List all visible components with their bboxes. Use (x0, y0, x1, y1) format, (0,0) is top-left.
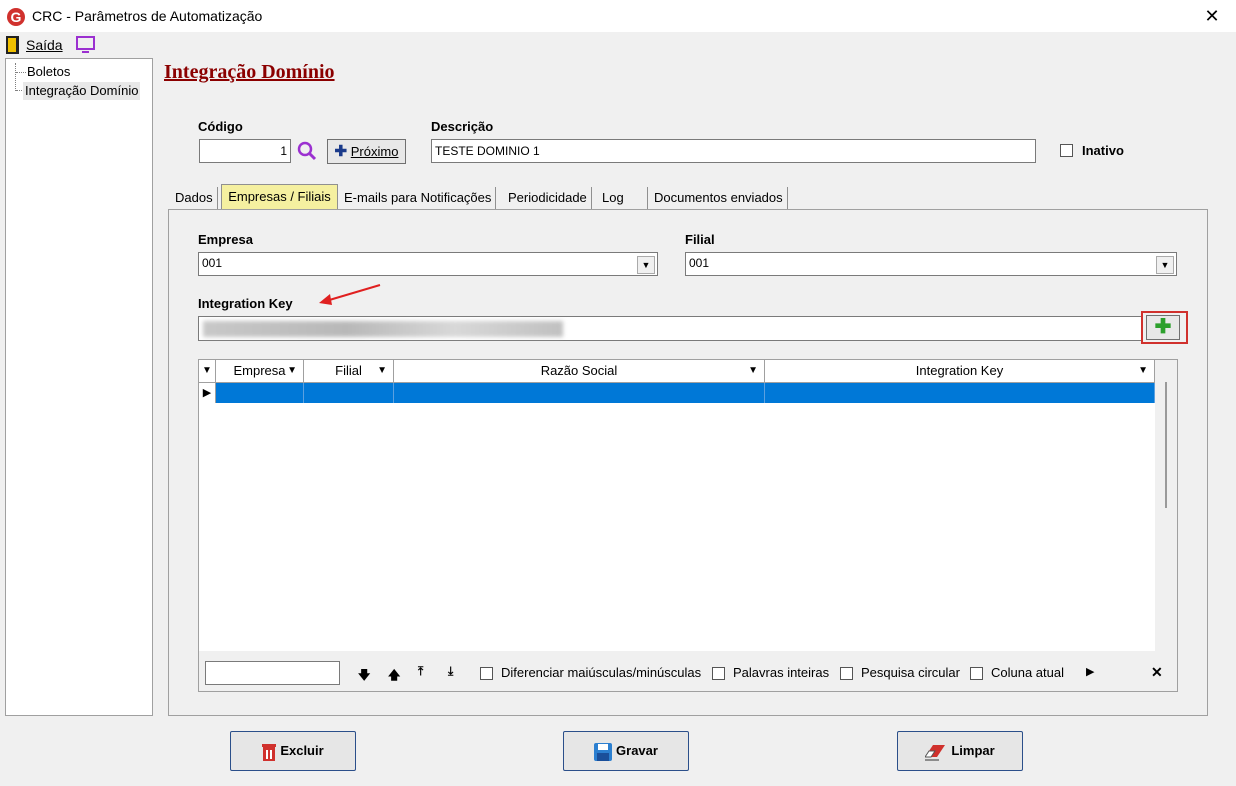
code-label: Código (198, 119, 243, 134)
plus-icon: ✚ (1154, 316, 1172, 338)
more-options-icon[interactable]: ▶ (1086, 665, 1094, 678)
tab-emails[interactable]: E-mails para Notificações (340, 187, 497, 209)
chevron-down-icon[interactable]: ▼ (637, 256, 655, 274)
grid-cell[interactable] (765, 383, 1155, 403)
tab-log[interactable]: Log (598, 187, 648, 209)
app-logo-icon: G (7, 8, 25, 26)
circular-label: Pesquisa circular (861, 665, 960, 680)
delete-button[interactable]: Excluir (230, 731, 356, 771)
add-integration-key-button[interactable]: ✚ (1146, 315, 1180, 340)
column-header-razao-social[interactable]: Razão Social ▼ (394, 360, 765, 382)
column-header-label: Integration Key (915, 363, 1004, 378)
exit-door-icon (6, 36, 19, 54)
case-checkbox[interactable] (480, 667, 493, 680)
grid-cell[interactable] (216, 383, 304, 403)
tree-line (15, 63, 16, 91)
arrow-down-icon[interactable]: 🡇 (358, 666, 370, 687)
circular-checkbox[interactable] (840, 667, 853, 680)
exit-menu-item[interactable]: Saída (26, 37, 63, 53)
tab-documentos-enviados[interactable]: Documentos enviados (650, 187, 788, 209)
arrow-up-icon[interactable]: 🡅 (388, 666, 400, 687)
companies-grid: ▼ Empresa ▼ Filial ▼ Razão Social ▼ Inte… (198, 359, 1178, 692)
integration-key-label: Integration Key (198, 296, 293, 311)
filter-icon[interactable]: ▼ (1138, 360, 1148, 382)
arrow-first-icon[interactable]: ⤒ (418, 664, 423, 679)
search-icon[interactable] (296, 140, 318, 162)
column-header-label: Razão Social (540, 363, 618, 378)
floppy-disk-icon (594, 742, 613, 761)
integration-key-field[interactable] (198, 316, 1143, 341)
svg-text:G: G (11, 9, 22, 25)
tab-periodicidade[interactable]: Periodicidade (504, 187, 592, 209)
description-field[interactable]: TESTE DOMINIO 1 (431, 139, 1036, 163)
blurred-key-value (203, 321, 563, 337)
branch-select-value: 001 (689, 256, 710, 270)
arrow-last-icon[interactable]: ⤓ (448, 664, 453, 679)
column-header-filial[interactable]: Filial ▼ (304, 360, 394, 382)
inactive-label: Inativo (1082, 143, 1124, 158)
navigation-tree: Boletos Integração Domínio (5, 58, 153, 716)
clear-button[interactable]: Limpar (897, 731, 1023, 771)
grid-search-input[interactable] (205, 661, 340, 685)
filter-icon[interactable]: ▼ (377, 360, 387, 382)
inactive-checkbox[interactable] (1060, 144, 1073, 157)
code-field[interactable]: 1 (199, 139, 291, 163)
column-header-label: Filial (335, 363, 362, 378)
delete-button-label: Excluir (280, 743, 324, 758)
column-header-label: Empresa (233, 363, 286, 378)
page-title: Integração Domínio (164, 61, 335, 83)
next-button[interactable]: ✚ Próximo (327, 139, 406, 164)
next-button-label: Próximo (350, 144, 399, 159)
current-column-checkbox[interactable] (970, 667, 983, 680)
row-indicator-icon: ▶ (199, 383, 216, 403)
company-label: Empresa (198, 232, 253, 247)
title-bar: G CRC - Parâmetros de Automatização ✕ (0, 0, 1236, 32)
close-button[interactable]: ✕ (1200, 4, 1224, 28)
scrollbar-thumb[interactable] (1165, 382, 1167, 508)
column-header-empresa[interactable]: Empresa ▼ (216, 360, 304, 382)
grid-cell[interactable] (394, 383, 765, 403)
save-button-label: Gravar (616, 743, 658, 758)
tab-empresas-filiais[interactable]: Empresas / Filiais (221, 184, 338, 211)
menu-bar: Saída (0, 32, 1236, 58)
case-label: Diferenciar maiúsculas/minúsculas (501, 665, 702, 680)
company-select-value: 001 (202, 256, 223, 270)
clear-button-label: Limpar (951, 743, 995, 758)
grid-cell[interactable] (304, 383, 394, 403)
red-arrow-annotation (319, 284, 381, 305)
company-select[interactable]: 001 ▼ (198, 252, 658, 276)
save-button[interactable]: Gravar (563, 731, 689, 771)
whole-words-checkbox[interactable] (712, 667, 725, 680)
trash-icon (262, 743, 277, 761)
description-label: Descrição (431, 119, 494, 134)
tree-item-boletos[interactable]: Boletos (25, 63, 72, 81)
chevron-down-icon[interactable]: ▼ (1156, 256, 1174, 274)
tree-item-integracao-dominio[interactable]: Integração Domínio (23, 82, 141, 100)
plus-icon: ✚ (334, 143, 348, 160)
current-column-label: Coluna atual (991, 665, 1064, 680)
monitor-icon[interactable] (76, 36, 96, 54)
filter-icon[interactable]: ▼ (287, 360, 297, 382)
branch-label: Filial (685, 232, 715, 247)
branch-select[interactable]: 001 ▼ (685, 252, 1177, 276)
grid-menu-icon[interactable]: ▼ (199, 360, 216, 382)
whole-words-label: Palavras inteiras (733, 665, 830, 680)
eraser-icon (924, 744, 946, 761)
column-header-integration-key[interactable]: Integration Key ▼ (765, 360, 1155, 382)
window-title: CRC - Parâmetros de Automatização (32, 8, 263, 24)
filter-icon[interactable]: ▼ (748, 360, 758, 382)
tab-dados[interactable]: Dados (171, 187, 218, 209)
close-search-icon[interactable]: ✕ (1151, 664, 1163, 681)
